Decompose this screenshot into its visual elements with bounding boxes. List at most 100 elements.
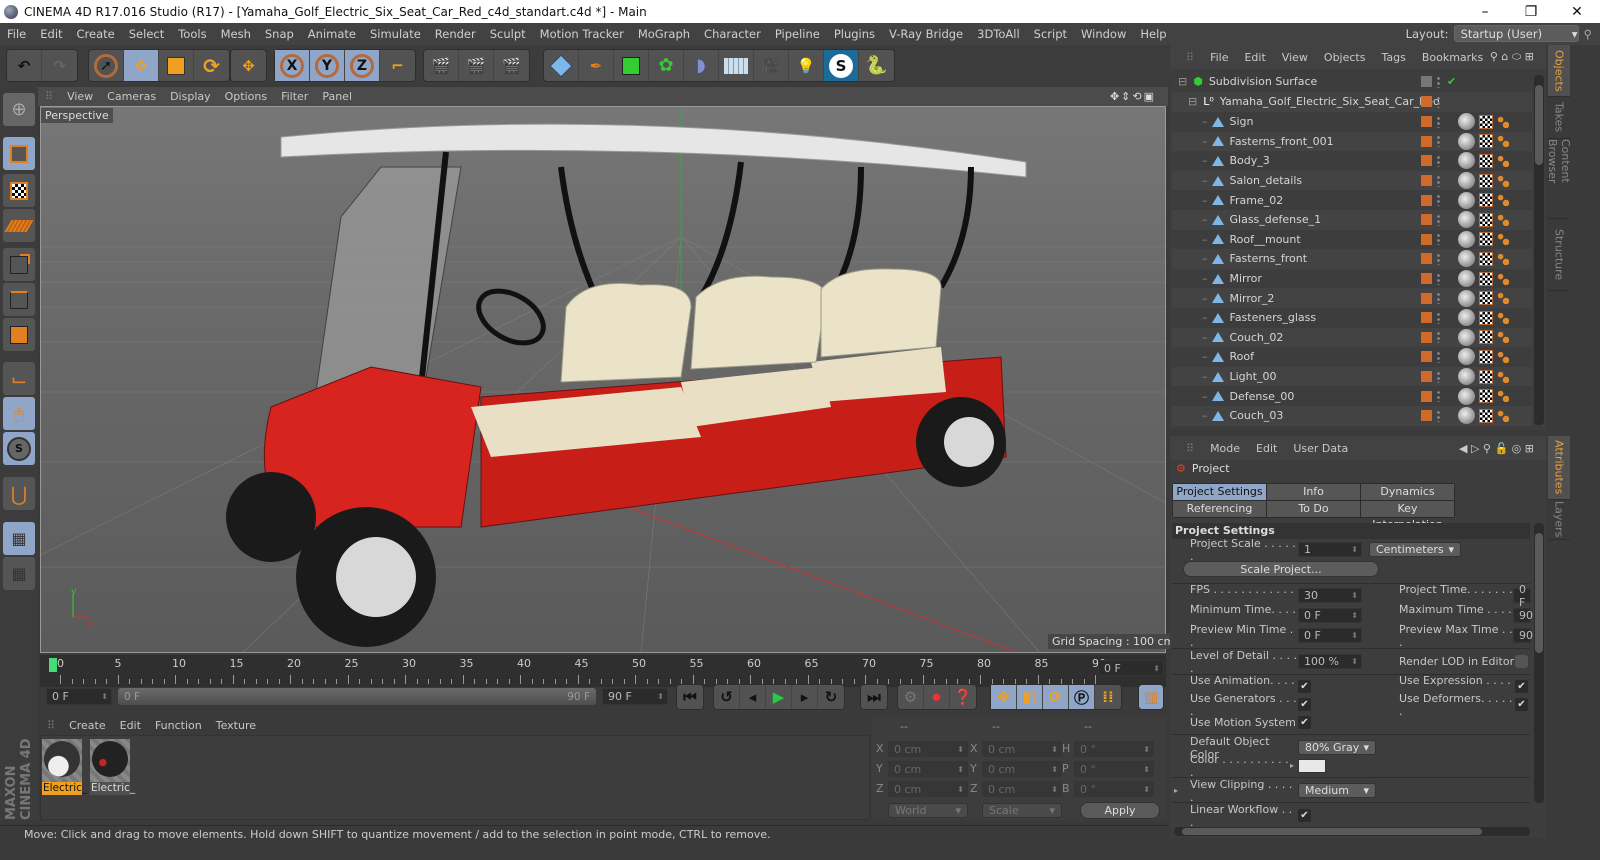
material-tag-icon[interactable]	[1458, 211, 1475, 229]
close-button[interactable]: ✕	[1554, 0, 1600, 23]
use-expression-checkbox[interactable]: ✔	[1515, 680, 1528, 693]
coord-field-x[interactable]: 0 cm ⬍	[982, 741, 1062, 757]
coord-field-y[interactable]: 0 cm ⬍	[888, 761, 968, 777]
model-mode-icon[interactable]	[3, 137, 35, 170]
plugin-icon[interactable]: S	[824, 50, 859, 81]
y-axis-icon[interactable]: Y	[310, 50, 345, 81]
uvw-tag-icon[interactable]	[1479, 134, 1493, 149]
end-frame-field[interactable]: 90 F ⬍	[602, 688, 668, 705]
menu-sculpt[interactable]: Sculpt	[483, 27, 533, 41]
phong-tag-icon[interactable]	[1497, 370, 1509, 383]
menu-help[interactable]: Help	[1133, 27, 1173, 41]
workplane-align-icon[interactable]: ▦	[3, 557, 35, 590]
coord-mode-select[interactable]: World ▾	[888, 803, 968, 818]
current-frame-field[interactable]: 0 F ⬍	[1098, 660, 1164, 676]
key-rotation-icon[interactable]: ⟳	[1043, 685, 1069, 709]
coordinate-system-icon[interactable]: ⌐	[380, 50, 415, 81]
z-axis-icon[interactable]: Z	[345, 50, 380, 81]
prev-key-icon[interactable]: ↺	[714, 685, 740, 709]
uvw-tag-icon[interactable]	[1479, 251, 1493, 266]
python-icon[interactable]: 🐍	[859, 50, 894, 81]
default-color-select[interactable]: 80% Gray ▾	[1298, 740, 1376, 755]
menu-animate[interactable]: Animate	[301, 27, 363, 41]
object-row[interactable]: – Light_00	[1172, 366, 1532, 387]
object-menu-edit[interactable]: Edit	[1236, 51, 1273, 64]
visibility-dots[interactable]	[1437, 292, 1440, 305]
menu-character[interactable]: Character	[697, 27, 768, 41]
visibility-dots[interactable]	[1437, 213, 1440, 226]
project-time-field[interactable]: 0 F	[1513, 583, 1531, 609]
visibility-dots[interactable]	[1437, 95, 1440, 108]
object-row[interactable]: – Salon_details	[1172, 170, 1532, 191]
side-tab-takes[interactable]: Takes	[1548, 97, 1570, 139]
solo-icon[interactable]: S	[3, 432, 35, 465]
visibility-dots[interactable]	[1437, 350, 1440, 363]
tab-dynamics[interactable]: Dynamics	[1361, 484, 1454, 500]
uvw-tag-icon[interactable]	[1479, 389, 1493, 404]
uvw-tag-icon[interactable]	[1479, 212, 1493, 227]
play-icon[interactable]: ▶	[766, 685, 792, 709]
object-row[interactable]: – Roof__mount	[1172, 230, 1532, 250]
render-view-icon[interactable]: 🎬	[424, 50, 459, 81]
phong-tag-icon[interactable]	[1497, 213, 1509, 226]
side-tab-layers[interactable]: Layers	[1548, 500, 1570, 540]
material-item[interactable]: Electric_	[90, 739, 135, 795]
enabled-check-icon[interactable]: ✔	[1447, 75, 1456, 88]
menu-v-ray-bridge[interactable]: V-Ray Bridge	[882, 27, 970, 41]
phong-tag-icon[interactable]	[1497, 115, 1509, 128]
material-tag-icon[interactable]	[1458, 113, 1475, 131]
visibility-dots[interactable]	[1437, 390, 1440, 403]
side-tab-content-browser[interactable]: Content Browser	[1546, 139, 1572, 219]
coord-field-p[interactable]: 0 ° ⬍	[1074, 761, 1154, 777]
scale-icon[interactable]	[159, 50, 194, 81]
panel-grip-icon[interactable]: ⠿	[40, 719, 62, 732]
timeline-ruler[interactable]: 051015202530354045505560657075808590	[40, 655, 1166, 687]
material-item[interactable]: Electric_	[42, 739, 87, 795]
viewport-menu-cameras[interactable]: Cameras	[100, 90, 163, 103]
use-generators-checkbox[interactable]: ✔	[1298, 698, 1311, 711]
use-motion-checkbox[interactable]: ✔	[1298, 716, 1311, 729]
side-tab-objects[interactable]: Objects	[1548, 45, 1570, 97]
menu-pipeline[interactable]: Pipeline	[768, 27, 827, 41]
menu-snap[interactable]: Snap	[258, 27, 301, 41]
object-scrollbar[interactable]	[1534, 75, 1544, 425]
expand-arrow-icon[interactable]: ▸	[1174, 786, 1190, 795]
material-tag-icon[interactable]	[1458, 368, 1475, 386]
uvw-tag-icon[interactable]	[1479, 310, 1493, 325]
menu-window[interactable]: Window	[1074, 27, 1133, 41]
phong-tag-icon[interactable]	[1497, 409, 1509, 422]
object-row[interactable]: – Couch_03	[1172, 406, 1532, 426]
object-row[interactable]: ⊟ ⬢ Subdivision Surface ✔	[1172, 72, 1532, 92]
phong-tag-icon[interactable]	[1497, 331, 1509, 344]
coord-field-x[interactable]: 0 cm ⬍	[888, 741, 968, 757]
points-mode-icon[interactable]	[3, 248, 35, 281]
phong-tag-icon[interactable]	[1497, 135, 1509, 148]
viewport-nav-icons[interactable]: ✥⇕⟲▣	[1110, 90, 1156, 103]
snap-icon[interactable]: ⋃	[3, 477, 35, 510]
attribute-menu-edit[interactable]: Edit	[1248, 442, 1285, 455]
key-parameter-icon[interactable]: Ⓟ	[1069, 685, 1095, 709]
visibility-dots[interactable]	[1437, 154, 1440, 167]
start-frame-field[interactable]: 0 F ⬍	[46, 688, 112, 705]
menu-file[interactable]: File	[0, 27, 33, 41]
color-swatch[interactable]	[1298, 758, 1326, 773]
autokey-icon[interactable]: ❓	[950, 685, 976, 709]
viewport-menu-display[interactable]: Display	[163, 90, 218, 103]
visibility-dots[interactable]	[1437, 331, 1440, 344]
object-row[interactable]: – Defense_00	[1172, 386, 1532, 406]
layout-select[interactable]: Startup (User) ▾	[1453, 25, 1579, 42]
object-row[interactable]: – Couch_02	[1172, 327, 1532, 348]
material-tag-icon[interactable]	[1458, 348, 1475, 366]
object-menu-objects[interactable]: Objects	[1316, 51, 1374, 64]
linear-workflow-checkbox[interactable]: ✔	[1298, 809, 1311, 822]
side-tab-attributes[interactable]: Attributes	[1548, 436, 1570, 500]
apply-button[interactable]: Apply	[1080, 802, 1160, 819]
object-menu-bookmarks[interactable]: Bookmarks	[1414, 51, 1491, 64]
min-time-field[interactable]: 0 F ⬍	[1298, 608, 1362, 623]
project-scale-field[interactable]: 1 ⬍	[1298, 542, 1362, 557]
visibility-dots[interactable]	[1437, 75, 1440, 88]
object-menu-view[interactable]: View	[1274, 51, 1316, 64]
next-key-icon[interactable]: ↻	[818, 685, 844, 709]
material-menu-function[interactable]: Function	[148, 719, 209, 732]
menu-render[interactable]: Render	[428, 27, 483, 41]
